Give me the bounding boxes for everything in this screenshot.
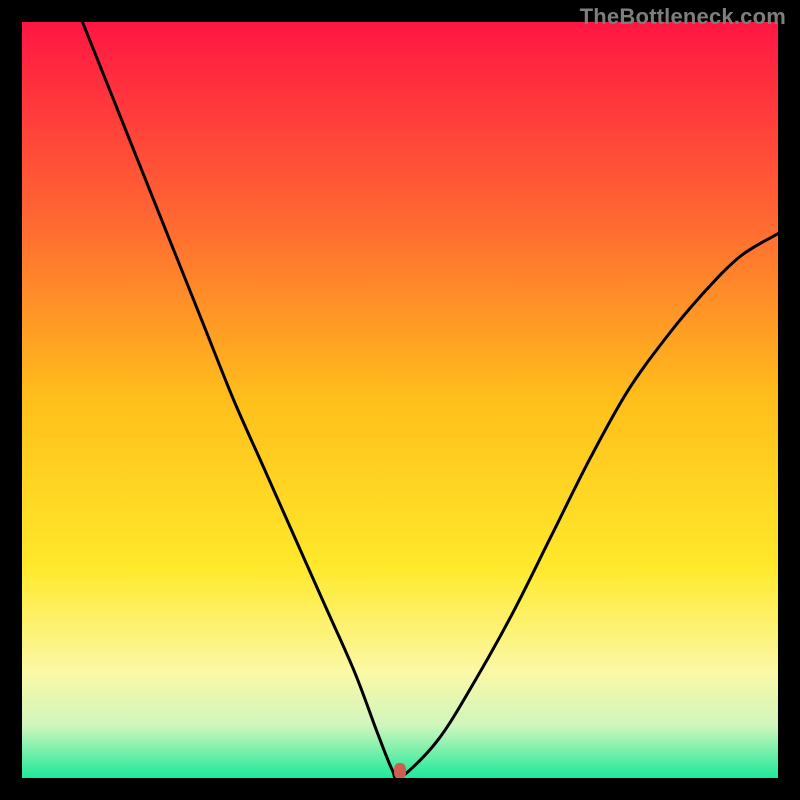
min-marker xyxy=(394,763,406,778)
plot-area xyxy=(22,22,778,778)
gradient-background xyxy=(22,22,778,778)
watermark-text: TheBottleneck.com xyxy=(580,4,786,30)
chart-svg xyxy=(22,22,778,778)
chart-frame: TheBottleneck.com xyxy=(0,0,800,800)
